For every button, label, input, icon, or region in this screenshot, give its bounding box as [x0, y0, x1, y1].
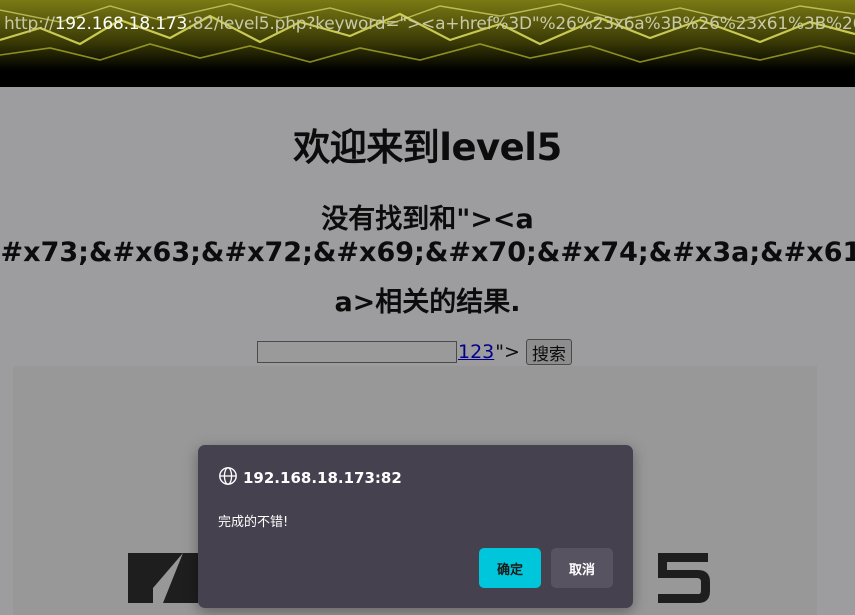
result-line-2: &#x73;&#x63;&#x72;&#x69;&#x70;&#x74;&#x3…: [0, 237, 855, 268]
dialog-origin: 192.168.18.173:82: [243, 469, 402, 487]
ok-button[interactable]: 确定: [479, 548, 541, 588]
page-title: 欢迎来到level5: [293, 126, 562, 169]
keyword-input[interactable]: [257, 341, 457, 363]
cancel-button[interactable]: 取消: [551, 548, 613, 588]
result-line-3: a>相关的结果.: [334, 287, 521, 318]
dialog-title: 192.168.18.173:82: [218, 466, 402, 490]
address-bar[interactable]: http://192.168.18.173:82/level5.php?keyw…: [0, 0, 855, 87]
url-text[interactable]: http://192.168.18.173:82/level5.php?keyw…: [4, 14, 855, 34]
result-line-1: 没有找到和"><a: [321, 204, 534, 235]
injected-text: ">: [495, 341, 520, 363]
globe-icon: [218, 466, 243, 490]
url-path: :82/level5.php?keyword="><a+href%3D"%26%…: [187, 14, 855, 34]
alert-dialog: 192.168.18.173:82 完成的不错! 确定 取消: [198, 445, 633, 608]
url-prefix: http://: [4, 14, 55, 34]
search-button[interactable]: 搜索: [525, 339, 572, 365]
dialog-message: 完成的不错!: [218, 515, 289, 530]
search-form: 123 "> 搜索: [257, 338, 572, 366]
url-host: 192.168.18.173: [54, 14, 188, 34]
injected-link[interactable]: 123: [458, 341, 494, 363]
